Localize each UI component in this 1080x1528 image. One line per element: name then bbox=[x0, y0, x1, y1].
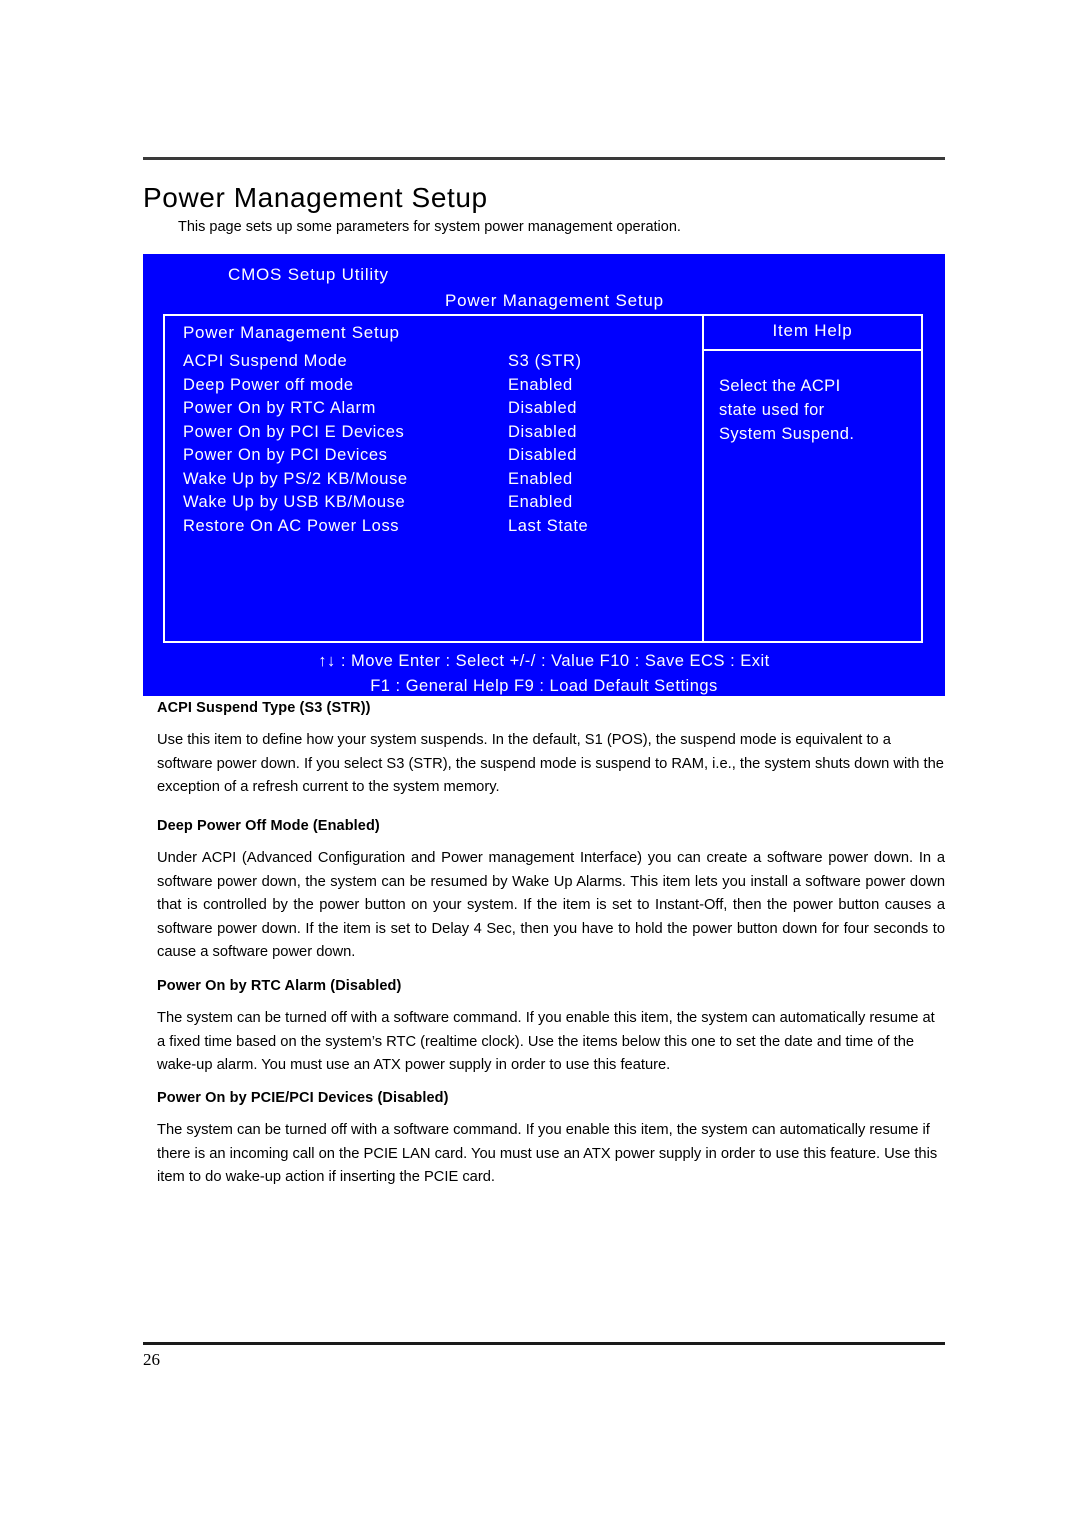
setting-label: Power On by PCI Devices bbox=[183, 446, 388, 464]
item-help-separator bbox=[704, 349, 921, 351]
section-deep-power-off-mode: Deep Power Off Mode (Enabled) Under ACPI… bbox=[157, 818, 945, 965]
setting-value[interactable]: Disabled bbox=[508, 446, 577, 465]
setting-label: ACPI Suspend Mode bbox=[183, 352, 348, 370]
section-body: Use this item to define how your system … bbox=[157, 732, 944, 795]
key-hint-line: ↑↓ : Move Enter : Select +/-/ : Value F1… bbox=[318, 652, 770, 670]
item-help-title: Item Help bbox=[772, 321, 853, 340]
setting-value[interactable]: Enabled bbox=[508, 493, 573, 512]
bios-setting-row[interactable]: Wake Up by USB KB/Mouse Enabled bbox=[183, 493, 702, 517]
header-rule bbox=[143, 157, 945, 160]
setting-label: Power On by RTC Alarm bbox=[183, 399, 376, 417]
bios-setting-row[interactable]: Power On by PCI Devices Disabled bbox=[183, 446, 702, 470]
bios-setting-row[interactable]: Power On by PCI E Devices Disabled bbox=[183, 423, 702, 447]
section-power-on-pcie-pci-devices: Power On by PCIE/PCI Devices (Disabled) … bbox=[157, 1090, 945, 1190]
footer-rule bbox=[143, 1342, 945, 1345]
section-heading: Deep Power Off Mode (Enabled) bbox=[157, 818, 380, 834]
bios-utility-title: CMOS Setup Utility bbox=[228, 265, 389, 284]
setting-value[interactable]: Disabled bbox=[508, 399, 577, 418]
bios-setup-screen: CMOS Setup Utility Power Management Setu… bbox=[143, 254, 945, 696]
bios-setting-row[interactable]: ACPI Suspend Mode S3 (STR) bbox=[183, 352, 702, 376]
bios-setting-row[interactable]: Power On by RTC Alarm Disabled bbox=[183, 399, 702, 423]
bios-setting-row[interactable]: Deep Power off mode Enabled bbox=[183, 376, 702, 400]
item-help-line: System Suspend. bbox=[719, 425, 855, 443]
bios-setting-row[interactable]: Restore On AC Power Loss Last State bbox=[183, 517, 702, 541]
bios-section-header: Power Management Setup bbox=[183, 323, 400, 342]
section-heading: Power On by RTC Alarm (Disabled) bbox=[157, 978, 402, 994]
section-heading: Power On by PCIE/PCI Devices (Disabled) bbox=[157, 1090, 449, 1106]
item-help-text: Select the ACPI state used for System Su… bbox=[719, 374, 854, 446]
item-help-line: state used for bbox=[719, 401, 825, 419]
section-body: The system can be turned off with a soft… bbox=[157, 1122, 938, 1185]
document-page: Power Management Setup This page sets up… bbox=[0, 0, 1080, 1528]
setting-label: Deep Power off mode bbox=[183, 375, 354, 394]
setting-value[interactable]: Enabled bbox=[508, 376, 573, 395]
setting-value[interactable]: Disabled bbox=[508, 423, 577, 442]
key-hint-line: F1 : General Help F9 : Load Default Sett… bbox=[370, 677, 718, 695]
page-number: 26 bbox=[143, 1350, 160, 1369]
setting-label: Power On by PCI E Devices bbox=[183, 422, 405, 441]
bios-item-help-panel: Item Help Select the ACPI state used for… bbox=[704, 316, 921, 641]
setting-value[interactable]: Last State bbox=[508, 517, 588, 536]
section-body: Under ACPI (Advanced Configuration and P… bbox=[157, 850, 945, 960]
page-intro: This page sets up some parameters for sy… bbox=[178, 219, 681, 235]
section-power-on-rtc-alarm: Power On by RTC Alarm (Disabled) The sys… bbox=[157, 978, 945, 1078]
bios-screen-title: Power Management Setup bbox=[445, 291, 664, 310]
bios-key-hints: ↑↓ : Move Enter : Select +/-/ : Value F1… bbox=[143, 649, 945, 699]
page-title: Power Management Setup bbox=[143, 182, 488, 213]
bios-settings-list: ACPI Suspend Mode S3 (STR) Deep Power of… bbox=[183, 352, 702, 540]
section-body: The system can be turned off with a soft… bbox=[157, 1010, 935, 1073]
setting-label: Restore On AC Power Loss bbox=[183, 516, 400, 535]
bios-setting-row[interactable]: Wake Up by PS/2 KB/Mouse Enabled bbox=[183, 470, 702, 494]
setting-label: Wake Up by PS/2 KB/Mouse bbox=[183, 469, 408, 488]
setting-value[interactable]: S3 (STR) bbox=[508, 352, 582, 371]
section-heading: ACPI Suspend Type (S3 (STR)) bbox=[157, 700, 371, 716]
setting-label: Wake Up by USB KB/Mouse bbox=[183, 493, 406, 511]
bios-settings-column: Power Management Setup ACPI Suspend Mode… bbox=[165, 316, 702, 641]
item-help-line: Select the ACPI bbox=[719, 377, 841, 395]
section-acpi-suspend-type: ACPI Suspend Type (S3 (STR)) Use this it… bbox=[157, 700, 945, 800]
bios-content-frame: Power Management Setup ACPI Suspend Mode… bbox=[163, 314, 923, 643]
setting-value[interactable]: Enabled bbox=[508, 470, 573, 489]
